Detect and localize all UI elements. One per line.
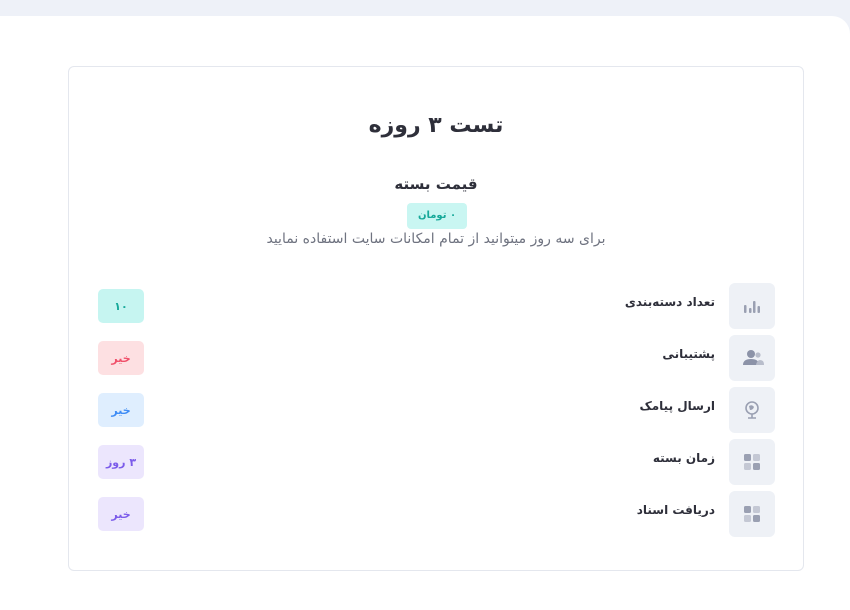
- globe-icon: [729, 387, 775, 433]
- feature-label: تعداد دسته‌بندی: [624, 295, 715, 309]
- feature-label: پشتیبانی: [662, 347, 715, 361]
- feature-label: ارسال پیامک: [639, 399, 715, 413]
- plan-card: تست ۳ روزه قیمت بسته ۰ تومان برای سه روز…: [68, 66, 804, 571]
- feature-label: دریافت اسناد: [636, 503, 715, 517]
- price-title: قیمت بسته: [394, 175, 478, 193]
- feature-row-duration: زمان بسته ۳ روز: [69, 439, 805, 485]
- grid-icon: [729, 491, 775, 537]
- feature-row-sms: ارسال پیامک خیر: [69, 387, 805, 433]
- feature-label: زمان بسته: [652, 451, 715, 465]
- feature-value: خیر: [98, 497, 144, 531]
- feature-value: ۱۰: [98, 289, 144, 323]
- feature-value: خیر: [98, 393, 144, 427]
- feature-row-documents: دریافت اسناد خیر: [69, 491, 805, 537]
- grid-icon: [729, 439, 775, 485]
- feature-value: خیر: [98, 341, 144, 375]
- price-badge: ۰ تومان: [407, 203, 467, 229]
- feature-row-support: پشتیبانی خیر: [69, 335, 805, 381]
- bar-chart-icon: [729, 283, 775, 329]
- users-icon: [729, 335, 775, 381]
- plan-title: تست ۳ روزه: [368, 113, 504, 138]
- feature-value: ۳ روز: [98, 445, 144, 479]
- plan-description: برای سه روز میتوانید از تمام امکانات سای…: [266, 231, 606, 247]
- feature-row-categories: تعداد دسته‌بندی ۱۰: [69, 283, 805, 329]
- content-panel: تست ۳ روزه قیمت بسته ۰ تومان برای سه روز…: [0, 16, 850, 610]
